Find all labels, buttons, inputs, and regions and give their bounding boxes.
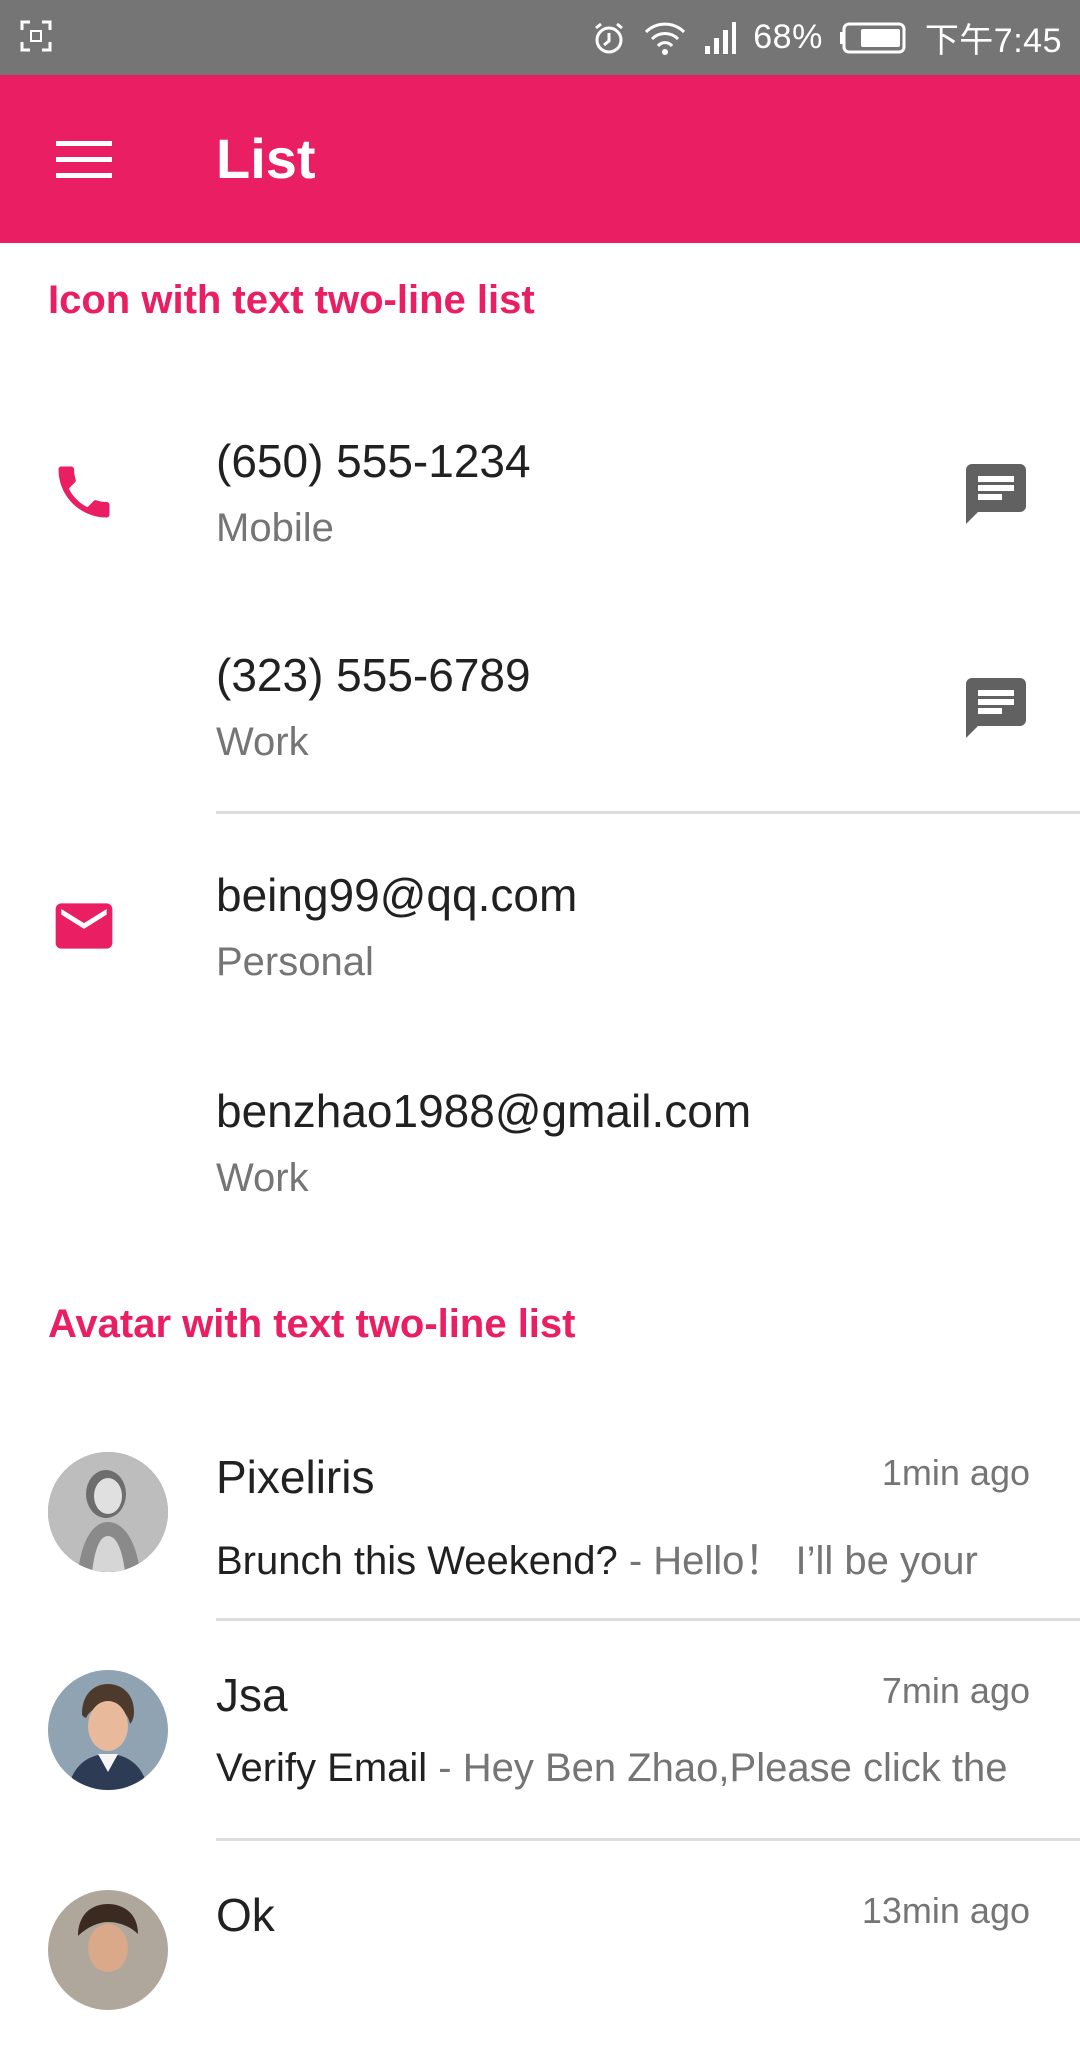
battery-percent: 68% [753, 18, 823, 56]
list-item-secondary: Work [216, 720, 309, 764]
list-item-secondary: Work [216, 1156, 309, 1200]
mail-icon [55, 903, 113, 949]
message-preview: Brunch this Weekend? - Hello！ I’ll be yo… [216, 1528, 1036, 1586]
message-sender: Ok [216, 1889, 275, 1941]
menu-icon [56, 141, 112, 178]
message-item-ok[interactable]: Ok 13min ago [0, 1870, 1080, 2060]
divider [216, 1838, 1080, 1841]
screenshot-icon [20, 20, 52, 52]
message-item-pixeliris[interactable]: Pixeliris 1min ago Brunch this Weekend? … [0, 1430, 1080, 1620]
message-icon[interactable] [960, 458, 1032, 530]
list-item-secondary: Mobile [216, 506, 334, 550]
list-item-email-personal[interactable]: being99@qq.com Personal [0, 844, 1080, 1044]
list-item-phone-mobile[interactable]: (650) 555-1234 Mobile [0, 410, 1080, 610]
message-subject: Brunch this Weekend? [216, 1539, 618, 1583]
list-item-primary: being99@qq.com [216, 869, 578, 921]
divider [216, 1618, 1080, 1621]
clock: 下午7:45 [924, 22, 1062, 60]
message-item-jsa[interactable]: Jsa 7min ago Verify Email - Hey Ben Zhao… [0, 1650, 1080, 1840]
list-item-primary: (323) 555-6789 [216, 649, 531, 701]
phone-icon [58, 466, 110, 518]
list-item-phone-work[interactable]: (323) 555-6789 Work [0, 626, 1080, 826]
page-title: List [216, 127, 316, 190]
battery-icon [839, 22, 906, 53]
avatar [48, 1890, 168, 2010]
message-icon[interactable] [960, 672, 1032, 744]
menu-button[interactable] [40, 119, 128, 199]
section-header-icon-list: Icon with text two-line list [48, 278, 535, 322]
message-snippet: - Hello！ I’ll be your [617, 1539, 978, 1583]
app-bar: List [0, 75, 1080, 243]
alarm-icon [595, 22, 624, 53]
list-item-primary: benzhao1988@gmail.com [216, 1085, 752, 1137]
divider [216, 811, 1080, 814]
message-sender: Pixeliris [216, 1451, 375, 1503]
message-time: 1min ago [881, 1452, 1030, 1493]
message-preview: Verify Email - Hey Ben Zhao,Please click… [216, 1746, 1036, 1791]
message-sender: Jsa [216, 1669, 288, 1721]
list-item-secondary: Personal [216, 940, 374, 984]
list-item-email-work[interactable]: benzhao1988@gmail.com Work [0, 1060, 1080, 1260]
signal-icon [705, 21, 737, 54]
list-item-primary: (650) 555-1234 [216, 435, 531, 487]
message-time: 13min ago [861, 1890, 1030, 1931]
avatar [48, 1452, 168, 1572]
message-subject: Verify Email [216, 1746, 428, 1790]
status-bar: 68% 下午7:45 [0, 0, 1080, 75]
message-time: 7min ago [881, 1670, 1030, 1711]
section-header-avatar-list: Avatar with text two-line list [48, 1302, 576, 1346]
avatar [48, 1670, 168, 1790]
wifi-icon [645, 22, 686, 55]
message-snippet: - Hey Ben Zhao,Please click the [427, 1746, 1008, 1790]
